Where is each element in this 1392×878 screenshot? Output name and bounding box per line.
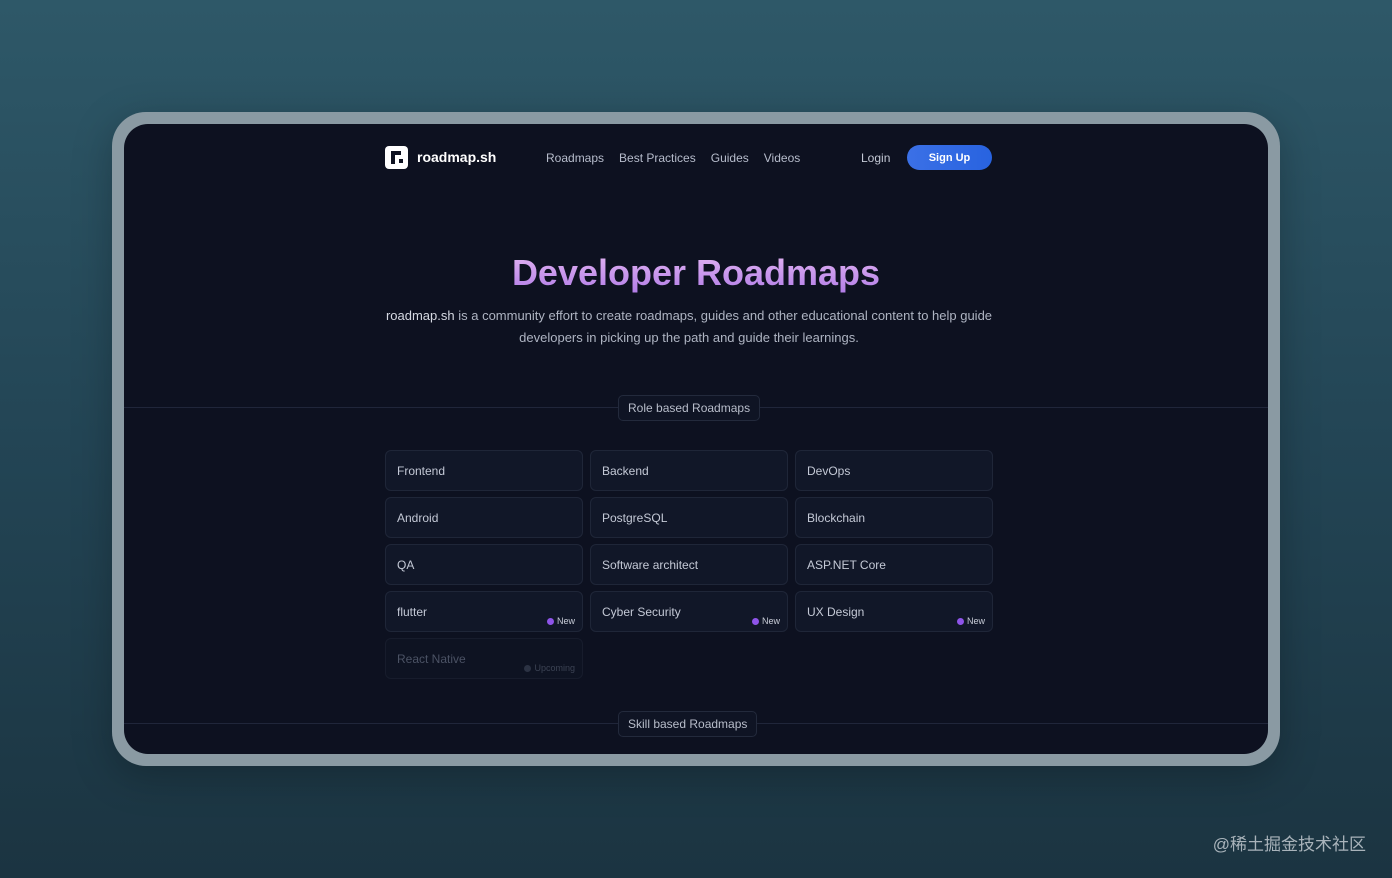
roadmap-card[interactable]: Frontend — [385, 450, 583, 491]
hero-description: roadmap.sh is a community effort to crea… — [374, 305, 1004, 349]
roadmap-card[interactable]: flutter New — [385, 591, 583, 632]
upcoming-badge: Upcoming — [524, 663, 575, 673]
badge-label: Upcoming — [534, 663, 575, 673]
page-title: Developer Roadmaps — [124, 252, 1268, 294]
roadmap-card[interactable]: UX Design New — [795, 591, 993, 632]
top-nav: roadmap.sh Roadmaps Best Practices Guide… — [385, 145, 992, 170]
nav-link-videos[interactable]: Videos — [764, 151, 800, 165]
roadmap-card-label: flutter — [397, 604, 428, 619]
roadmap-logo-icon[interactable] — [385, 146, 408, 169]
nav-link-roadmaps[interactable]: Roadmaps — [546, 151, 604, 165]
badge-label: New — [761, 616, 780, 626]
roadmap-card[interactable]: Backend — [590, 450, 788, 491]
roadmap-grid: Frontend Backend DevOps Android PostgreSQL Bl… — [385, 450, 993, 679]
roadmap-card-label: ASP.NET Core — [807, 557, 886, 572]
roadmap-card-label: QA — [397, 557, 415, 572]
roadmap-card[interactable]: PostgreSQL — [590, 497, 788, 538]
roadmap-card-label: Frontend — [397, 463, 446, 478]
nav-links: Roadmaps Best Practices Guides Videos — [546, 151, 800, 165]
nav-link-guides[interactable]: Guides — [711, 151, 749, 165]
roadmap-card: React Native Upcoming — [385, 638, 583, 679]
section-label-skill: Skill based Roadmaps — [618, 711, 758, 737]
roadmap-card-label: Android — [397, 510, 439, 525]
roadmap-card[interactable]: Blockchain — [795, 497, 993, 538]
hero-description-brand: roadmap.sh — [385, 308, 455, 323]
nav-link-best-practices[interactable]: Best Practices — [619, 151, 696, 165]
roadmap-card[interactable]: Cyber Security New — [590, 591, 788, 632]
section-label-role: Role based Roadmaps — [618, 395, 761, 421]
badge-dot-icon — [956, 617, 964, 625]
sign-up-button[interactable]: Sign Up — [907, 145, 992, 170]
roadmap-card[interactable]: Software architect — [590, 544, 788, 585]
roadmap-card[interactable]: ASP.NET Core — [795, 544, 993, 585]
new-badge: New — [956, 616, 985, 626]
roadmap-card-label: React Native — [397, 651, 466, 666]
roadmap-card-label: Backend — [602, 463, 649, 478]
badge-dot-icon — [546, 617, 554, 625]
roadmap-card-label: DevOps — [807, 463, 851, 478]
roadmap-card-label: PostgreSQL — [602, 510, 668, 525]
roadmap-card[interactable]: DevOps — [795, 450, 993, 491]
device-frame: roadmap.sh Roadmaps Best Practices Guide… — [112, 112, 1280, 766]
brand-name[interactable]: roadmap.sh — [417, 149, 496, 165]
roadmap-card-label: Cyber Security — [602, 604, 681, 619]
new-badge: New — [751, 616, 780, 626]
roadmap-card[interactable]: Android — [385, 497, 583, 538]
badge-label: New — [556, 616, 575, 626]
roadmap-card[interactable]: QA — [385, 544, 583, 585]
roadmap-card-label: UX Design — [807, 604, 865, 619]
badge-dot-icon — [751, 617, 759, 625]
roadmap-card-label: Blockchain — [807, 510, 866, 525]
new-badge: New — [546, 616, 575, 626]
roadmap-card-label: Software architect — [602, 557, 699, 572]
watermark: @稀土掘金技术社区 — [1212, 835, 1366, 854]
badge-label: New — [966, 616, 985, 626]
login-link[interactable]: Login — [861, 151, 890, 165]
hero-description-text: is a community effort to create roadmaps… — [454, 308, 993, 345]
browser-screen: roadmap.sh Roadmaps Best Practices Guide… — [124, 124, 1268, 754]
badge-dot-icon — [524, 664, 532, 672]
